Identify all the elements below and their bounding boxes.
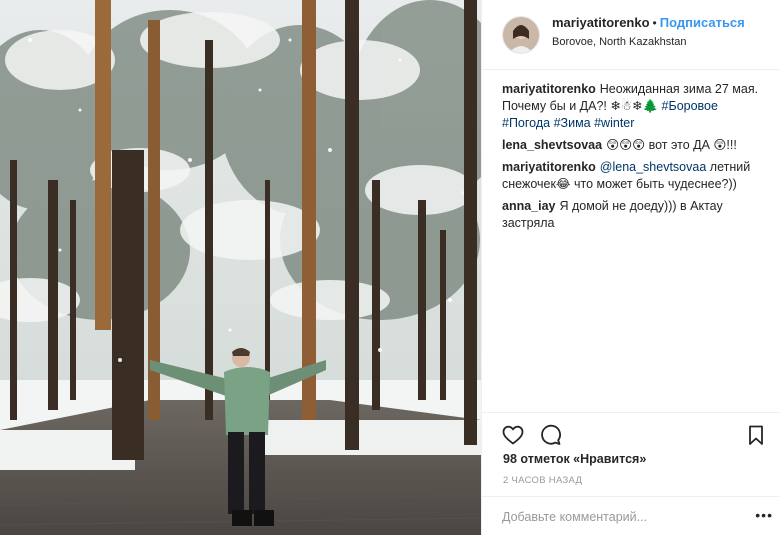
comment-input[interactable]	[502, 507, 732, 527]
likes-count[interactable]: 98 отметок «Нравится»	[503, 452, 646, 466]
comments-list: mariyatitorenko Неожиданная зима 27 мая. …	[482, 70, 779, 232]
hashtag-link[interactable]: #Зима	[554, 116, 591, 130]
speech-bubble-icon[interactable]	[538, 423, 562, 447]
hashtag-link[interactable]: #Боровое	[662, 99, 718, 113]
post-sidebar: mariyatitorenko • Подписаться Borovoe, Nor…	[481, 0, 779, 535]
comment-item: mariyatitorenko @lena_shevtsovaa летний с…	[502, 159, 767, 193]
comment-item: anna_iay Я домой не доеду))) в Актау заст…	[502, 198, 767, 232]
follow-button[interactable]: Подписаться	[660, 15, 745, 30]
location-link[interactable]: Borovoe, North Kazakhstan	[552, 34, 745, 51]
comment-author-link[interactable]: mariyatitorenko	[502, 160, 596, 174]
comment-text: 😲😲😲 вот это ДА 😲!!!	[606, 138, 737, 152]
mention-link[interactable]: @lena_shevtsovaa	[600, 160, 707, 174]
caption-author-link[interactable]: mariyatitorenko	[502, 82, 596, 96]
hashtag-link[interactable]: #winter	[594, 116, 634, 130]
more-options-icon[interactable]: •••	[755, 507, 773, 523]
post-photo[interactable]	[0, 0, 481, 535]
hashtag-link[interactable]: #Погода	[502, 116, 550, 130]
post-timestamp[interactable]: 2 ЧАСОВ НАЗАД	[503, 475, 582, 486]
comment-author-link[interactable]: lena_shevtsovaa	[502, 138, 602, 152]
user-line: mariyatitorenko • Подписаться	[552, 14, 745, 32]
caption: mariyatitorenko Неожиданная зима 27 мая. …	[502, 81, 767, 132]
heart-outline-icon[interactable]	[501, 423, 525, 447]
comment-item: lena_shevtsovaa 😲😲😲 вот это ДА 😲!!!	[502, 137, 767, 154]
instagram-post: mariyatitorenko • Подписаться Borovoe, Nor…	[0, 0, 779, 535]
post-header: mariyatitorenko • Подписаться Borovoe, Nor…	[482, 0, 779, 70]
comment-author-link[interactable]: anna_iay	[502, 199, 556, 213]
bookmark-icon[interactable]	[744, 423, 768, 447]
author-username-link[interactable]: mariyatitorenko	[552, 15, 650, 30]
add-comment-section: •••	[482, 496, 779, 536]
avatar[interactable]	[502, 15, 540, 54]
separator-dot: •	[652, 16, 657, 30]
action-bar	[482, 412, 779, 451]
